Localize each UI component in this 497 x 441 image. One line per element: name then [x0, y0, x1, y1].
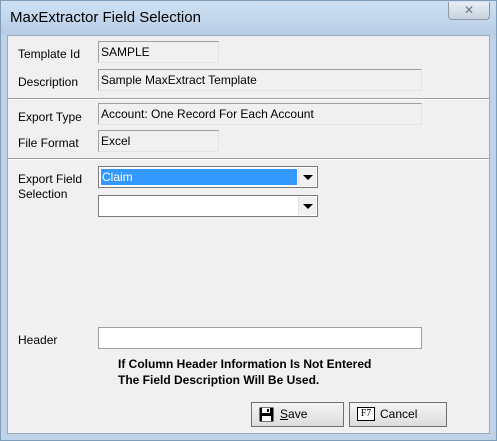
- save-button[interactable]: Save: [251, 402, 344, 427]
- file-format-field: Excel: [98, 130, 219, 152]
- close-button[interactable]: ✕: [448, 2, 490, 20]
- save-label: Save: [280, 407, 308, 421]
- dialog-body: Template Id SAMPLE Description Sample Ma…: [7, 35, 490, 434]
- header-label: Header: [18, 333, 58, 347]
- export-field-select-1-value: Claim: [101, 169, 297, 185]
- description-field: Sample MaxExtract Template: [98, 69, 422, 91]
- chevron-down-icon[interactable]: [298, 168, 316, 186]
- close-icon: ✕: [463, 3, 475, 17]
- dialog-window: MaxExtractor Field Selection ✕ Template …: [0, 0, 497, 441]
- separator-1: [8, 98, 489, 100]
- export-field-select-2[interactable]: [98, 195, 318, 217]
- file-format-label: File Format: [18, 136, 79, 150]
- template-id-field: SAMPLE: [98, 41, 219, 63]
- export-field-select-1[interactable]: Claim: [98, 166, 318, 188]
- export-field-label-line2: Selection: [18, 187, 68, 201]
- chevron-down-icon[interactable]: [298, 197, 316, 215]
- f7-key-icon: F7: [357, 407, 375, 421]
- export-field-select-2-value: [101, 198, 297, 214]
- export-type-field: Account: One Record For Each Account: [98, 103, 422, 125]
- floppy-disk-icon: [259, 407, 274, 422]
- cancel-button[interactable]: F7 Cancel: [349, 402, 447, 427]
- window-title: MaxExtractor Field Selection: [10, 9, 201, 26]
- note-line-1: If Column Header Information Is Not Ente…: [118, 357, 372, 371]
- cancel-label: Cancel: [380, 407, 418, 421]
- header-input[interactable]: [98, 327, 422, 349]
- separator-2: [8, 158, 489, 160]
- export-field-label-line1: Export Field: [18, 172, 83, 186]
- template-id-label: Template Id: [18, 47, 81, 61]
- note-line-2: The Field Description Will Be Used.: [118, 373, 320, 387]
- title-bar[interactable]: MaxExtractor Field Selection ✕: [1, 1, 496, 35]
- export-type-label: Export Type: [18, 110, 82, 124]
- description-label: Description: [18, 75, 79, 89]
